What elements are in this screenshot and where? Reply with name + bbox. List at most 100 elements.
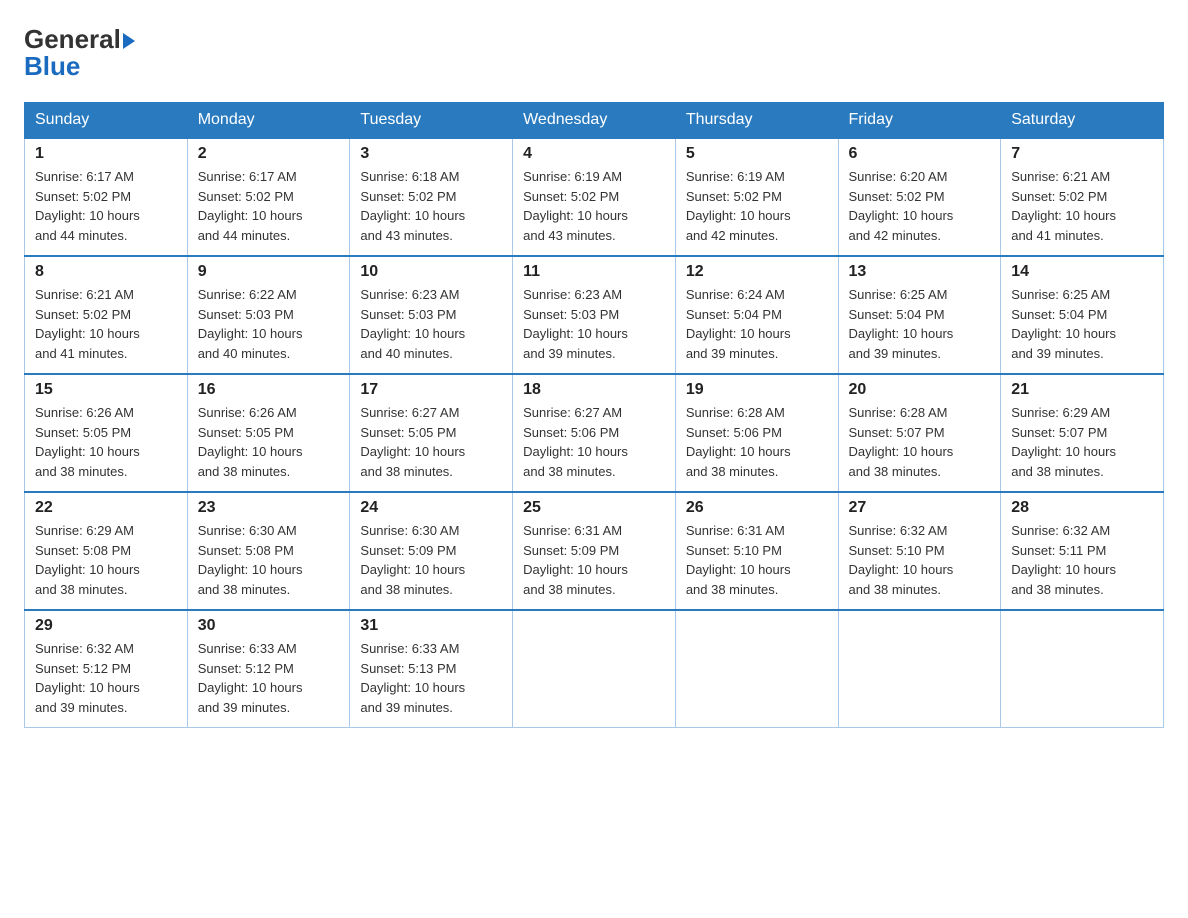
page-header: General Blue [24, 24, 1164, 82]
calendar-day-cell: 5 Sunrise: 6:19 AMSunset: 5:02 PMDaylight… [675, 138, 838, 256]
day-info: Sunrise: 6:33 AMSunset: 5:13 PMDaylight:… [360, 639, 502, 717]
calendar-day-cell: 14 Sunrise: 6:25 AMSunset: 5:04 PMDayligh… [1001, 256, 1164, 374]
day-info: Sunrise: 6:26 AMSunset: 5:05 PMDaylight:… [35, 403, 177, 481]
calendar-day-cell: 22Sunrise: 6:29 AMSunset: 5:08 PMDayligh… [25, 492, 188, 610]
empty-day-cell [838, 610, 1001, 728]
calendar-day-cell: 29 Sunrise: 6:32 AMSunset: 5:12 PMDayligh… [25, 610, 188, 728]
weekday-header-thursday: Thursday [675, 103, 838, 139]
calendar-day-cell: 17 Sunrise: 6:27 AMSunset: 5:05 PMDayligh… [350, 374, 513, 492]
day-number: 17 [360, 381, 502, 399]
day-info: Sunrise: 6:32 AMSunset: 5:12 PMDaylight:… [35, 639, 177, 717]
calendar-day-cell: 13Sunrise: 6:25 AMSunset: 5:04 PMDayligh… [838, 256, 1001, 374]
weekday-header-wednesday: Wednesday [513, 103, 676, 139]
day-number: 18 [523, 381, 665, 399]
day-number: 24 [360, 499, 502, 517]
day-number: 7 [1011, 145, 1153, 163]
calendar-day-cell: 21 Sunrise: 6:29 AMSunset: 5:07 PMDayligh… [1001, 374, 1164, 492]
empty-day-cell [513, 610, 676, 728]
day-info: Sunrise: 6:28 AMSunset: 5:07 PMDaylight:… [849, 403, 991, 481]
calendar-week-row: 8Sunrise: 6:21 AMSunset: 5:02 PMDaylight… [25, 256, 1164, 374]
empty-day-cell [1001, 610, 1164, 728]
calendar-day-cell: 11Sunrise: 6:23 AMSunset: 5:03 PMDayligh… [513, 256, 676, 374]
weekday-header-sunday: Sunday [25, 103, 188, 139]
weekday-header-tuesday: Tuesday [350, 103, 513, 139]
day-info: Sunrise: 6:19 AMSunset: 5:02 PMDaylight:… [523, 167, 665, 245]
logo-triangle-icon [123, 33, 135, 49]
calendar-day-cell: 19 Sunrise: 6:28 AMSunset: 5:06 PMDayligh… [675, 374, 838, 492]
day-number: 22 [35, 499, 177, 517]
calendar-day-cell: 6Sunrise: 6:20 AMSunset: 5:02 PMDaylight… [838, 138, 1001, 256]
day-info: Sunrise: 6:31 AMSunset: 5:10 PMDaylight:… [686, 521, 828, 599]
day-number: 29 [35, 617, 177, 635]
calendar-day-cell: 30Sunrise: 6:33 AMSunset: 5:12 PMDayligh… [187, 610, 350, 728]
calendar-week-row: 29 Sunrise: 6:32 AMSunset: 5:12 PMDayligh… [25, 610, 1164, 728]
calendar-day-cell: 7 Sunrise: 6:21 AMSunset: 5:02 PMDaylight… [1001, 138, 1164, 256]
calendar-day-cell: 18 Sunrise: 6:27 AMSunset: 5:06 PMDayligh… [513, 374, 676, 492]
day-number: 14 [1011, 263, 1153, 281]
weekday-header-saturday: Saturday [1001, 103, 1164, 139]
day-number: 2 [198, 145, 340, 163]
day-info: Sunrise: 6:27 AMSunset: 5:05 PMDaylight:… [360, 403, 502, 481]
day-info: Sunrise: 6:32 AMSunset: 5:11 PMDaylight:… [1011, 521, 1153, 599]
calendar-header-row: SundayMondayTuesdayWednesdayThursdayFrid… [25, 103, 1164, 139]
day-info: Sunrise: 6:25 AMSunset: 5:04 PMDaylight:… [1011, 285, 1153, 363]
calendar-week-row: 22Sunrise: 6:29 AMSunset: 5:08 PMDayligh… [25, 492, 1164, 610]
day-info: Sunrise: 6:25 AMSunset: 5:04 PMDaylight:… [849, 285, 991, 363]
calendar-day-cell: 16Sunrise: 6:26 AMSunset: 5:05 PMDayligh… [187, 374, 350, 492]
calendar-table: SundayMondayTuesdayWednesdayThursdayFrid… [24, 102, 1164, 728]
calendar-week-row: 15Sunrise: 6:26 AMSunset: 5:05 PMDayligh… [25, 374, 1164, 492]
day-info: Sunrise: 6:24 AMSunset: 5:04 PMDaylight:… [686, 285, 828, 363]
day-info: Sunrise: 6:26 AMSunset: 5:05 PMDaylight:… [198, 403, 340, 481]
logo-blue-text: Blue [24, 51, 80, 82]
calendar-day-cell: 15Sunrise: 6:26 AMSunset: 5:05 PMDayligh… [25, 374, 188, 492]
day-info: Sunrise: 6:32 AMSunset: 5:10 PMDaylight:… [849, 521, 991, 599]
calendar-day-cell: 25Sunrise: 6:31 AMSunset: 5:09 PMDayligh… [513, 492, 676, 610]
day-info: Sunrise: 6:22 AMSunset: 5:03 PMDaylight:… [198, 285, 340, 363]
day-number: 12 [686, 263, 828, 281]
calendar-day-cell: 27 Sunrise: 6:32 AMSunset: 5:10 PMDayligh… [838, 492, 1001, 610]
calendar-day-cell: 26 Sunrise: 6:31 AMSunset: 5:10 PMDayligh… [675, 492, 838, 610]
day-number: 1 [35, 145, 177, 163]
day-number: 10 [360, 263, 502, 281]
calendar-day-cell: 2 Sunrise: 6:17 AMSunset: 5:02 PMDaylight… [187, 138, 350, 256]
day-info: Sunrise: 6:19 AMSunset: 5:02 PMDaylight:… [686, 167, 828, 245]
weekday-header-friday: Friday [838, 103, 1001, 139]
day-info: Sunrise: 6:18 AMSunset: 5:02 PMDaylight:… [360, 167, 502, 245]
day-number: 26 [686, 499, 828, 517]
calendar-day-cell: 10 Sunrise: 6:23 AMSunset: 5:03 PMDayligh… [350, 256, 513, 374]
calendar-day-cell: 24 Sunrise: 6:30 AMSunset: 5:09 PMDayligh… [350, 492, 513, 610]
calendar-day-cell: 23 Sunrise: 6:30 AMSunset: 5:08 PMDayligh… [187, 492, 350, 610]
weekday-header-monday: Monday [187, 103, 350, 139]
day-number: 9 [198, 263, 340, 281]
logo: General Blue [24, 24, 135, 82]
calendar-day-cell: 3 Sunrise: 6:18 AMSunset: 5:02 PMDaylight… [350, 138, 513, 256]
calendar-day-cell: 28 Sunrise: 6:32 AMSunset: 5:11 PMDayligh… [1001, 492, 1164, 610]
day-number: 6 [849, 145, 991, 163]
calendar-day-cell: 4 Sunrise: 6:19 AMSunset: 5:02 PMDaylight… [513, 138, 676, 256]
day-info: Sunrise: 6:17 AMSunset: 5:02 PMDaylight:… [198, 167, 340, 245]
calendar-day-cell: 8Sunrise: 6:21 AMSunset: 5:02 PMDaylight… [25, 256, 188, 374]
day-number: 21 [1011, 381, 1153, 399]
day-number: 25 [523, 499, 665, 517]
calendar-day-cell: 9 Sunrise: 6:22 AMSunset: 5:03 PMDaylight… [187, 256, 350, 374]
day-number: 23 [198, 499, 340, 517]
day-info: Sunrise: 6:27 AMSunset: 5:06 PMDaylight:… [523, 403, 665, 481]
day-number: 27 [849, 499, 991, 517]
day-number: 3 [360, 145, 502, 163]
day-info: Sunrise: 6:21 AMSunset: 5:02 PMDaylight:… [1011, 167, 1153, 245]
calendar-week-row: 1 Sunrise: 6:17 AMSunset: 5:02 PMDaylight… [25, 138, 1164, 256]
day-number: 28 [1011, 499, 1153, 517]
day-info: Sunrise: 6:30 AMSunset: 5:08 PMDaylight:… [198, 521, 340, 599]
day-number: 11 [523, 263, 665, 281]
day-info: Sunrise: 6:29 AMSunset: 5:07 PMDaylight:… [1011, 403, 1153, 481]
day-number: 19 [686, 381, 828, 399]
day-info: Sunrise: 6:30 AMSunset: 5:09 PMDaylight:… [360, 521, 502, 599]
day-info: Sunrise: 6:23 AMSunset: 5:03 PMDaylight:… [360, 285, 502, 363]
day-number: 4 [523, 145, 665, 163]
calendar-day-cell: 31 Sunrise: 6:33 AMSunset: 5:13 PMDayligh… [350, 610, 513, 728]
day-info: Sunrise: 6:33 AMSunset: 5:12 PMDaylight:… [198, 639, 340, 717]
day-info: Sunrise: 6:28 AMSunset: 5:06 PMDaylight:… [686, 403, 828, 481]
day-number: 31 [360, 617, 502, 635]
empty-day-cell [675, 610, 838, 728]
day-number: 5 [686, 145, 828, 163]
